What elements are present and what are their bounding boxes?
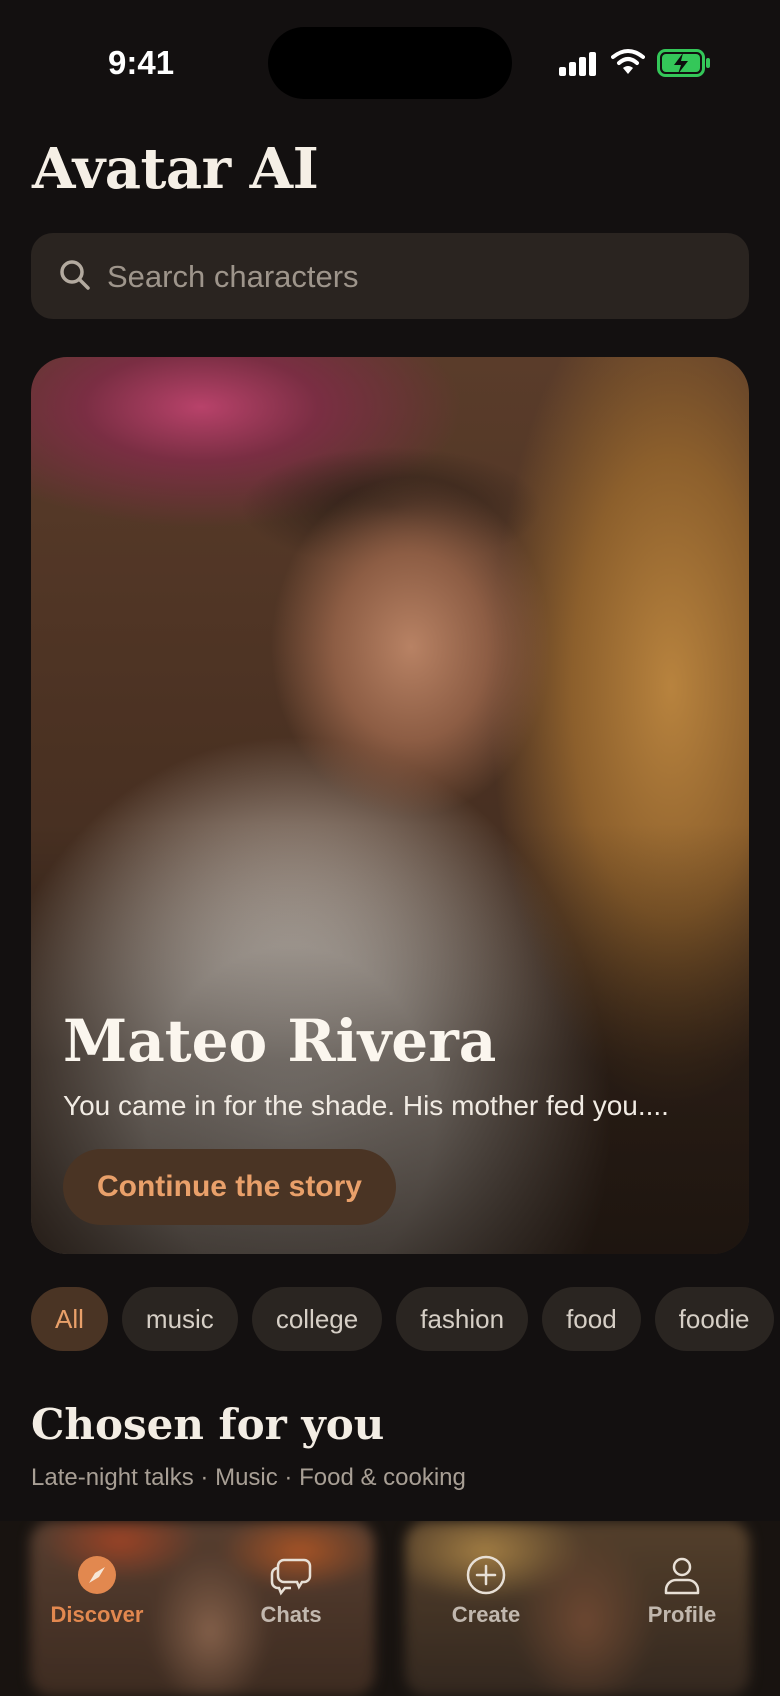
chip-music[interactable]: music bbox=[121, 1287, 238, 1351]
tab-bar: Discover Chats Create Profile bbox=[0, 1521, 780, 1696]
character-name: Mateo Rivera bbox=[63, 1007, 497, 1075]
tab-label: Chats bbox=[260, 1602, 322, 1627]
chip-fashion[interactable]: fashion bbox=[396, 1287, 529, 1351]
search-icon bbox=[60, 260, 90, 290]
chat-bubbles-icon bbox=[270, 1558, 312, 1596]
dynamic-island bbox=[268, 27, 512, 99]
continue-story-button[interactable]: Continue the story bbox=[63, 1149, 396, 1225]
search-bar[interactable] bbox=[31, 233, 749, 321]
tab-label: Create bbox=[451, 1602, 521, 1627]
person-icon bbox=[664, 1557, 700, 1595]
tab-profile[interactable]: Profile bbox=[602, 1551, 762, 1631]
chip-all[interactable]: All bbox=[31, 1287, 108, 1351]
section-title: Chosen for you bbox=[31, 1400, 385, 1449]
tab-discover[interactable]: Discover bbox=[17, 1551, 177, 1631]
chip-foodie[interactable]: foodie bbox=[654, 1287, 774, 1351]
category-chips: All music college fashion food foodie bbox=[31, 1287, 780, 1351]
wifi-icon bbox=[611, 49, 645, 74]
status-time: 9:41 bbox=[108, 44, 175, 81]
tab-label: Profile bbox=[647, 1602, 717, 1627]
section-subtitle: Late-night talks · Music · Food & cookin… bbox=[31, 1464, 466, 1491]
search-input[interactable] bbox=[105, 233, 729, 321]
chip-food[interactable]: food bbox=[542, 1287, 641, 1351]
tab-label: Discover bbox=[50, 1602, 144, 1627]
battery-charging-icon bbox=[657, 49, 710, 77]
cellular-signal-icon bbox=[559, 52, 599, 76]
compass-icon bbox=[78, 1556, 116, 1594]
featured-character-card[interactable]: Mateo Rivera You came in for the shade. … bbox=[31, 357, 749, 1254]
chip-college[interactable]: college bbox=[251, 1287, 383, 1351]
tab-create[interactable]: Create bbox=[406, 1551, 566, 1631]
plus-circle-icon bbox=[466, 1555, 506, 1595]
character-description: You came in for the shade. His mother fe… bbox=[63, 1090, 669, 1121]
tab-chats[interactable]: Chats bbox=[211, 1551, 371, 1631]
status-bar: 9:41 bbox=[0, 0, 780, 120]
app-title: Avatar AI bbox=[32, 136, 319, 202]
